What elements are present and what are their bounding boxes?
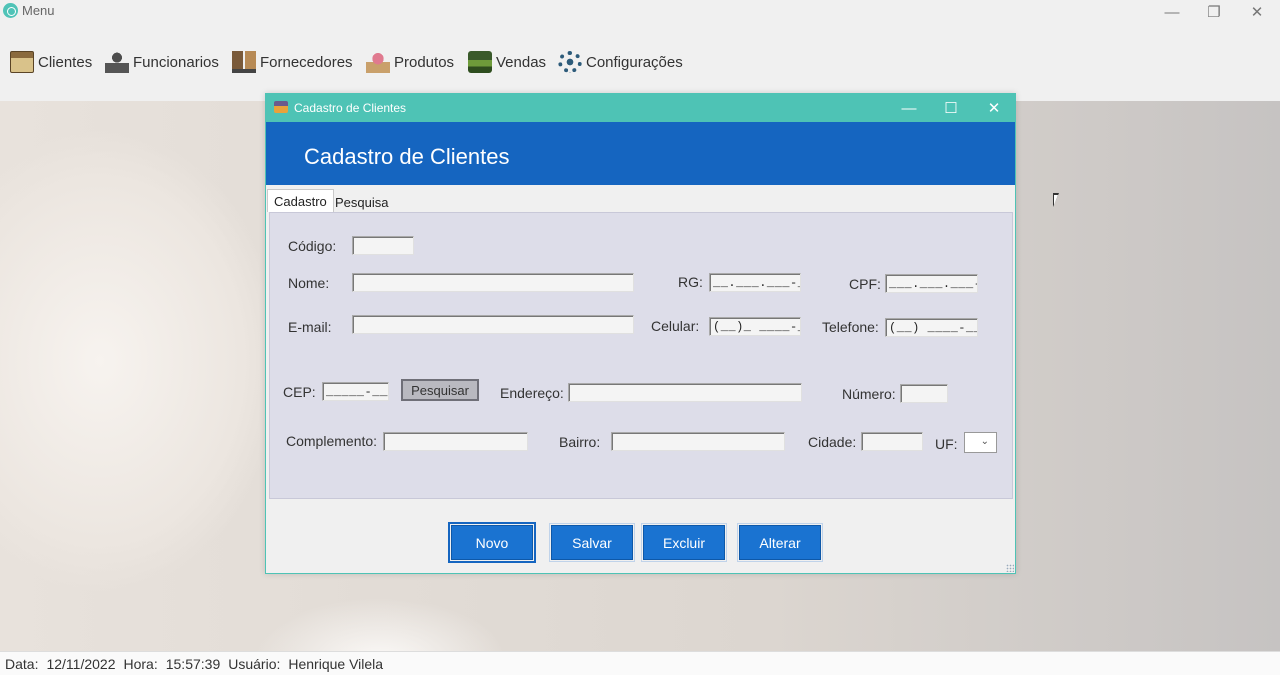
uf-select[interactable]: ⌄ bbox=[964, 432, 997, 453]
main-window-title: Menu bbox=[22, 3, 55, 18]
endereco-label: Endereço: bbox=[500, 385, 564, 401]
child-close-button[interactable]: ✕ bbox=[974, 96, 1014, 120]
usuario-label: Usuário: bbox=[228, 655, 281, 672]
novo-button[interactable]: Novo bbox=[448, 522, 536, 563]
menu-item-label: Vendas bbox=[496, 53, 547, 71]
minimize-button[interactable]: — bbox=[1151, 0, 1193, 24]
tab-strip: Cadastro Pesquisa bbox=[266, 188, 1015, 212]
complemento-field[interactable] bbox=[383, 432, 528, 451]
child-maximize-button[interactable]: ☐ bbox=[931, 96, 971, 120]
maximize-button[interactable]: ❐ bbox=[1193, 0, 1235, 24]
rg-label: RG: bbox=[678, 274, 703, 290]
resize-grip[interactable] bbox=[1006, 564, 1014, 572]
salvar-button[interactable]: Salvar bbox=[549, 523, 635, 562]
pesquisar-cep-button[interactable]: Pesquisar bbox=[401, 379, 479, 401]
menu-item-fornecedores[interactable]: Fornecedores bbox=[232, 48, 353, 76]
close-button[interactable]: ✕ bbox=[1236, 0, 1278, 24]
menu-item-label: Funcionarios bbox=[133, 53, 219, 71]
excluir-button[interactable]: Excluir bbox=[641, 523, 727, 562]
complemento-label: Complemento: bbox=[286, 433, 378, 449]
fornecedores-icon bbox=[232, 51, 256, 73]
menu-bar: Clientes Funcionarios Fornecedores Produ… bbox=[0, 42, 1280, 82]
cadastro-panel: Código: Nome: RG: __.___.___-_ CPF: ___.… bbox=[269, 212, 1013, 499]
codigo-label: Código: bbox=[288, 238, 337, 254]
cadastro-clientes-window: Cadastro de Clientes — ☐ ✕ Cadastro de C… bbox=[265, 93, 1016, 574]
nome-label: Nome: bbox=[288, 275, 330, 291]
hora-label: Hora: bbox=[123, 655, 158, 672]
tab-pesquisa[interactable]: Pesquisa bbox=[329, 191, 394, 214]
child-window-title: Cadastro de Clientes bbox=[294, 101, 407, 115]
celular-label: Celular: bbox=[651, 318, 700, 334]
email-field[interactable] bbox=[352, 315, 634, 334]
uf-label: UF: bbox=[935, 436, 958, 452]
codigo-field[interactable] bbox=[352, 236, 414, 255]
alterar-button[interactable]: Alterar bbox=[737, 523, 823, 562]
endereco-field[interactable] bbox=[568, 383, 802, 402]
tab-cadastro[interactable]: Cadastro bbox=[267, 189, 334, 212]
bairro-field[interactable] bbox=[611, 432, 785, 451]
menu-item-clientes[interactable]: Clientes bbox=[10, 48, 92, 76]
child-minimize-button[interactable]: — bbox=[889, 96, 929, 120]
configuracoes-icon bbox=[558, 51, 582, 73]
menu-item-configuracoes[interactable]: Configurações bbox=[558, 48, 683, 76]
cpf-label: CPF: bbox=[849, 276, 881, 292]
rg-field[interactable]: __.___.___-_ bbox=[709, 273, 801, 292]
cep-label: CEP: bbox=[283, 384, 316, 400]
produtos-icon bbox=[366, 51, 390, 73]
chevron-down-icon: ⌄ bbox=[980, 436, 989, 447]
usuario-value: Henrique Vilela bbox=[288, 655, 384, 672]
main-titlebar: Menu — ❐ ✕ bbox=[0, 0, 1280, 26]
menu-item-funcionarios[interactable]: Funcionarios bbox=[105, 48, 219, 76]
nome-field[interactable] bbox=[352, 273, 634, 292]
cep-field[interactable]: _____-___ bbox=[322, 382, 389, 401]
cpf-field[interactable]: ___.___.___-__ bbox=[885, 274, 978, 293]
data-label: Data: bbox=[5, 655, 39, 672]
menu-item-label: Clientes bbox=[38, 53, 93, 71]
page-title: Cadastro de Clientes bbox=[304, 144, 510, 169]
menu-item-vendas[interactable]: Vendas bbox=[468, 48, 546, 76]
menu-item-label: Configurações bbox=[586, 53, 683, 71]
hora-value: 15:57:39 bbox=[165, 655, 221, 672]
email-label: E-mail: bbox=[288, 319, 332, 335]
numero-label: Número: bbox=[842, 386, 896, 402]
bairro-label: Bairro: bbox=[559, 434, 601, 450]
celular-field[interactable]: (__)_ ____-____ bbox=[709, 317, 801, 336]
telefone-label: Telefone: bbox=[822, 319, 879, 335]
status-bar: Data: 12/11/2022 Hora: 15:57:39 Usuário:… bbox=[0, 651, 1280, 675]
menu-item-label: Produtos bbox=[394, 53, 455, 71]
menu-item-label: Fornecedores bbox=[260, 53, 353, 71]
vendas-icon bbox=[468, 51, 492, 73]
data-value: 12/11/2022 bbox=[46, 655, 116, 672]
cidade-field[interactable] bbox=[861, 432, 923, 451]
numero-field[interactable] bbox=[900, 384, 948, 403]
clientes-icon bbox=[10, 51, 34, 73]
child-titlebar: Cadastro de Clientes — ☐ ✕ bbox=[266, 94, 1015, 122]
app-icon bbox=[3, 3, 18, 18]
mouse-cursor-icon bbox=[1053, 193, 1059, 207]
window-app-icon bbox=[274, 101, 288, 113]
telefone-field[interactable]: (__) ____-____ bbox=[885, 318, 978, 337]
menu-item-produtos[interactable]: Produtos bbox=[366, 48, 454, 76]
funcionarios-icon bbox=[105, 51, 129, 73]
header-band: Cadastro de Clientes bbox=[266, 122, 1015, 185]
cidade-label: Cidade: bbox=[808, 434, 857, 450]
